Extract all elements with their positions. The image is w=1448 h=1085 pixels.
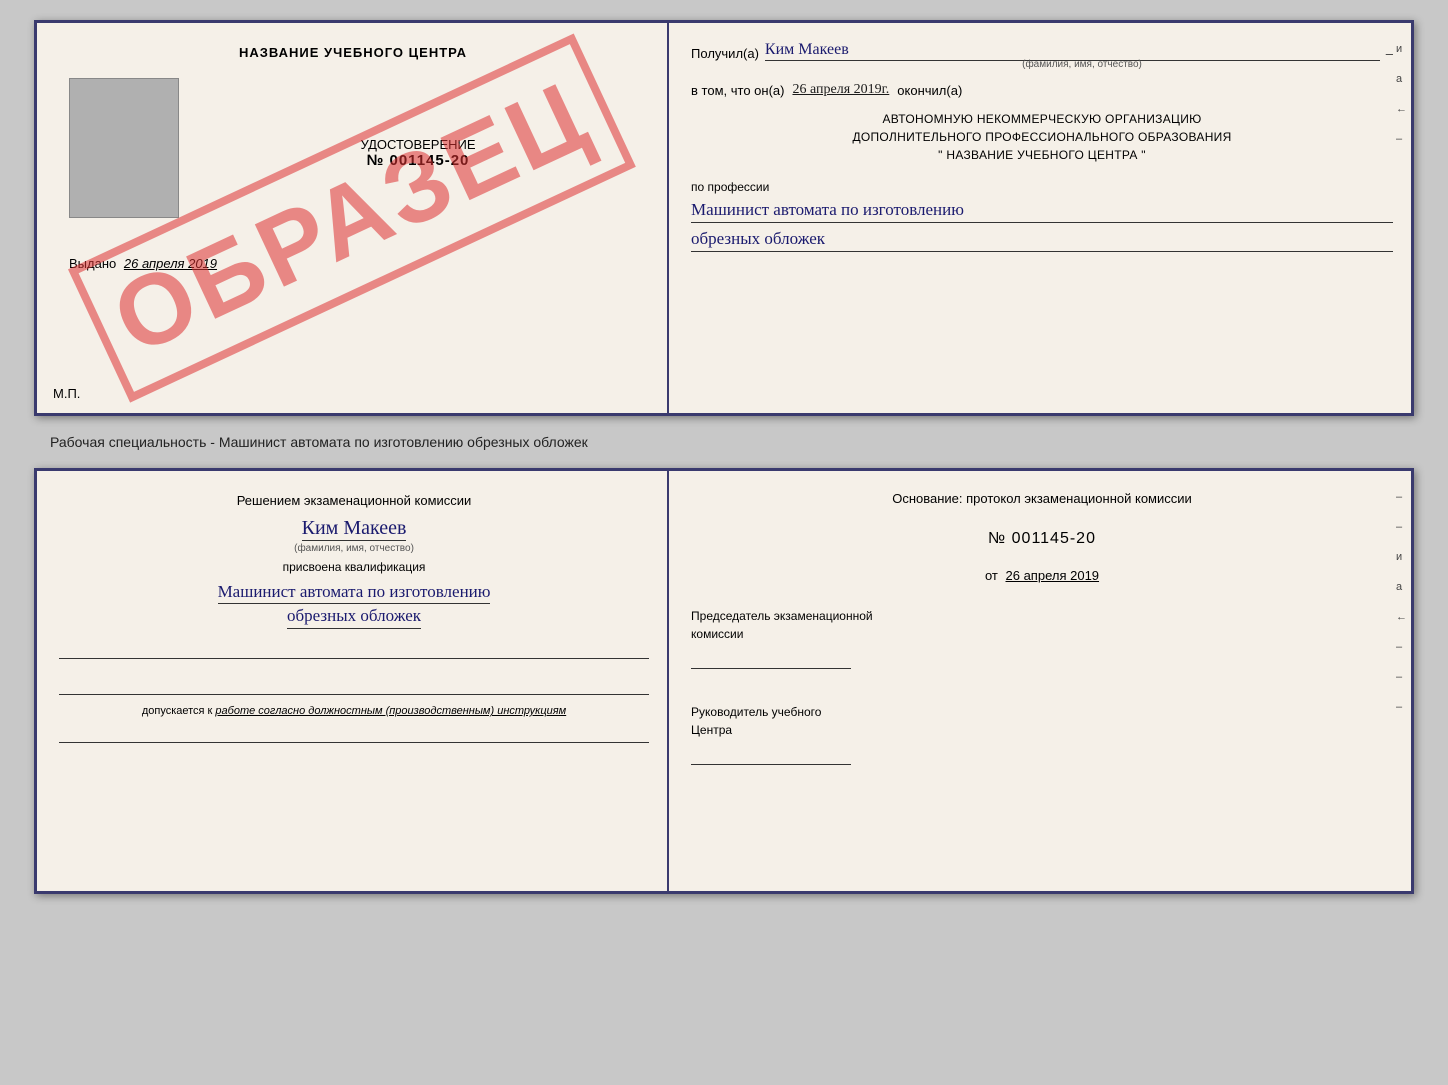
okonchil-label: окончил(а)	[897, 83, 962, 98]
bmark-2: –	[1396, 521, 1407, 533]
top-doc-left: НАЗВАНИЕ УЧЕБНОГО ЦЕНТРА УДОСТОВЕРЕНИЕ №…	[37, 23, 669, 413]
chairman-block: Председатель экзаменационной комиссии	[691, 607, 1393, 673]
rukovoditel-line1: Руководитель учебного	[691, 703, 1393, 721]
udostoverenie-block: УДОСТОВЕРЕНИЕ № 001145-20	[360, 137, 475, 169]
org-line1: АВТОНОМНУЮ НЕКОММЕРЧЕСКУЮ ОРГАНИЗАЦИЮ	[691, 110, 1393, 128]
org-line2: ДОПОЛНИТЕЛЬНОГО ПРОФЕССИОНАЛЬНОГО ОБРАЗО…	[691, 128, 1393, 146]
udostoverenie-label: УДОСТОВЕРЕНИЕ	[360, 137, 475, 152]
bmark-arrow: ←	[1396, 611, 1407, 623]
person-name: Ким Макеев	[302, 517, 407, 541]
predsedatel-line1: Председатель экзаменационной	[691, 607, 1393, 625]
org-block: АВТОНОМНУЮ НЕКОММЕРЧЕСКУЮ ОРГАНИЗАЦИЮ ДО…	[691, 110, 1393, 164]
predsedatel-line2: комиссии	[691, 625, 1393, 643]
dopuskaetsya-block: допускается к работе согласно должностны…	[142, 705, 566, 717]
vydano-date: 26 апреля 2019	[124, 256, 217, 271]
dash1: –	[1386, 46, 1393, 61]
qual-line1: Машинист автомата по изготовлению	[218, 580, 491, 605]
bmark-a: а	[1396, 581, 1407, 593]
bmark-1: –	[1396, 491, 1407, 503]
po-professii-label: по профессии	[691, 180, 769, 194]
bmark-3: –	[1396, 641, 1407, 653]
dopuskaetsya-prefix: допускается к	[142, 705, 216, 717]
date-line: в том, что он(а) 26 апреля 2019г. окончи…	[691, 82, 1393, 98]
signature-line-2	[59, 675, 649, 695]
bottom-right-side-marks: – – и а ← – – –	[1396, 491, 1407, 713]
vydano-line: Выдано 26 апреля 2019	[69, 256, 217, 271]
right-side-marks: и а ← –	[1396, 43, 1407, 145]
osnov-block: Основание: протокол экзаменационной коми…	[691, 489, 1393, 510]
org-line3: " НАЗВАНИЕ УЧЕБНОГО ЦЕНТРА "	[691, 146, 1393, 164]
chairman-sign-line	[691, 647, 851, 669]
between-text: Рабочая специальность - Машинист автомат…	[50, 434, 588, 450]
bottom-lines	[59, 639, 649, 695]
komissia-title: Решением экзаменационной комиссии	[237, 491, 472, 511]
rukovoditel-line2: Центра	[691, 721, 1393, 739]
mark-dash: –	[1396, 133, 1407, 145]
ot-date: 26 апреля 2019	[1006, 568, 1100, 583]
mp-label: М.П.	[53, 386, 80, 401]
poluchil-label: Получил(а)	[691, 46, 759, 61]
profession-line1: Машинист автомата по изготовлению	[691, 198, 1393, 223]
qual-line2: обрезных обложек	[287, 604, 421, 629]
rukovoditel-sign-line	[691, 743, 851, 765]
dopuskaetsya-underline	[59, 723, 649, 743]
top-left-title: НАЗВАНИЕ УЧЕБНОГО ЦЕНТРА	[239, 45, 467, 60]
mark-a: а	[1396, 73, 1407, 85]
prisvoena-text: присвоена квалификация	[283, 560, 426, 574]
recipient-section: Получил(а) Ким Макеев – (фамилия, имя, о…	[691, 41, 1393, 70]
bmark-5: –	[1396, 701, 1407, 713]
signature-line-1	[59, 639, 649, 659]
mark-i: и	[1396, 43, 1407, 55]
vydano-label: Выдано	[69, 256, 116, 271]
recipient-name: Ким Макеев	[765, 41, 1380, 61]
dopuskaetsya-italic: работе согласно должностным (производств…	[215, 705, 566, 717]
komissia-line1: Решением экзаменационной комиссии	[237, 493, 472, 508]
bottom-document: Решением экзаменационной комиссии Ким Ма…	[34, 468, 1414, 894]
protocol-date: от 26 апреля 2019	[691, 568, 1393, 583]
ot-label: от	[985, 568, 998, 583]
fio-sub-bottom: (фамилия, имя, отчество)	[294, 543, 414, 554]
recipient-line: Получил(а) Ким Макеев –	[691, 41, 1393, 61]
photo-placeholder	[69, 78, 179, 218]
rukovoditel-block: Руководитель учебного Центра	[691, 703, 1393, 769]
profession-line2: обрезных обложек	[691, 227, 1393, 252]
mark-arrow: ←	[1396, 103, 1407, 115]
certificate-number: № 001145-20	[360, 152, 475, 169]
osnov-label: Основание: протокол экзаменационной коми…	[691, 489, 1393, 510]
top-doc-right: Получил(а) Ким Макеев – (фамилия, имя, о…	[669, 23, 1411, 413]
protocol-number: № 001145-20	[691, 530, 1393, 548]
bottom-doc-left: Решением экзаменационной комиссии Ким Ма…	[37, 471, 669, 891]
bmark-4: –	[1396, 671, 1407, 683]
completion-date: 26 апреля 2019г.	[792, 82, 889, 98]
bottom-doc-right: Основание: протокол экзаменационной коми…	[669, 471, 1411, 891]
profession-block: по профессии Машинист автомата по изгото…	[691, 180, 1393, 252]
top-document: НАЗВАНИЕ УЧЕБНОГО ЦЕНТРА УДОСТОВЕРЕНИЕ №…	[34, 20, 1414, 416]
vtom-label: в том, что он(а)	[691, 83, 784, 98]
bmark-i: и	[1396, 551, 1407, 563]
